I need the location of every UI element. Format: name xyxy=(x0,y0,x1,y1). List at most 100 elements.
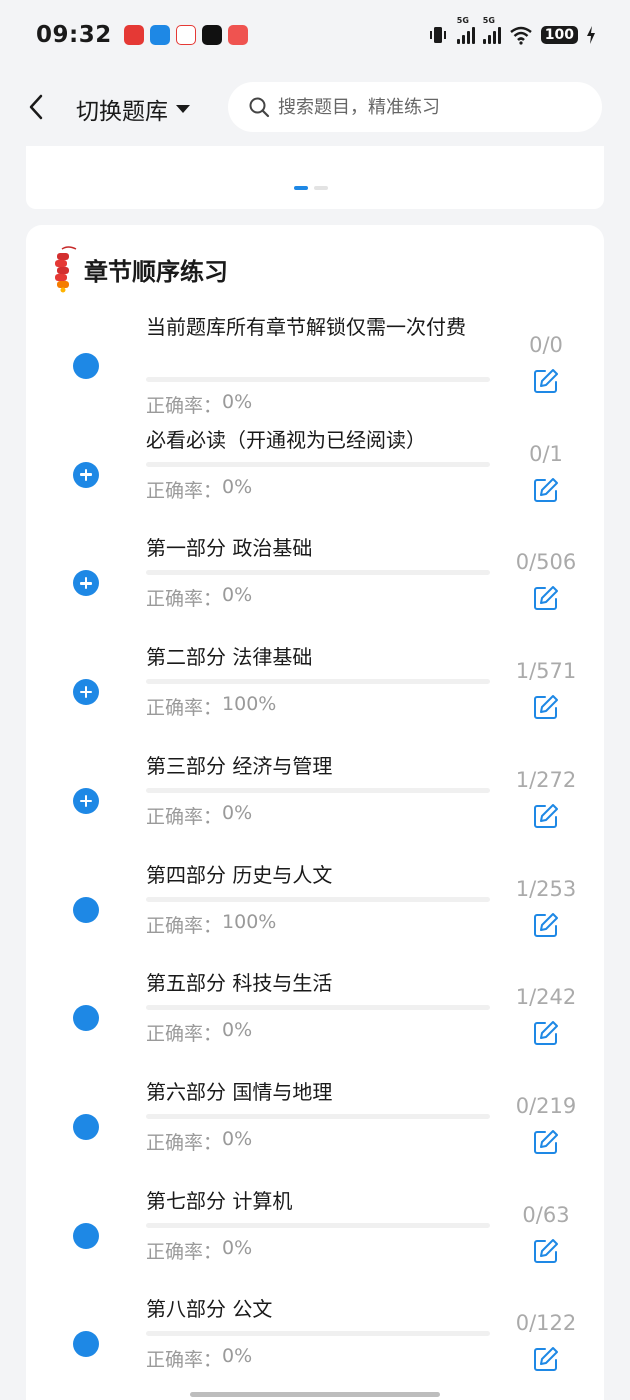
back-button[interactable] xyxy=(28,92,52,122)
section-header: 章节顺序练习 xyxy=(52,245,228,293)
carousel-indicator xyxy=(294,186,328,190)
cellular-signal-icon: 5G xyxy=(456,16,475,44)
accuracy-label: 正确率： xyxy=(146,805,223,828)
accuracy-label: 正确率： xyxy=(146,1240,223,1263)
chapter-bullet-icon xyxy=(73,1222,99,1249)
chapter-name: 第五部分 科技与生活 xyxy=(146,971,333,996)
edit-practice-icon[interactable] xyxy=(532,1128,560,1156)
music-app-notification-icon xyxy=(201,25,222,45)
chapter-row[interactable]: 第七部分 计算机 正确率： 0% 0/63 xyxy=(26,1175,604,1283)
switch-bank-label: 切换题库 xyxy=(76,99,168,125)
home-indicator[interactable] xyxy=(190,1392,440,1397)
chapter-name: 第六部分 国情与地理 xyxy=(146,1079,333,1104)
chapter-progress-bar xyxy=(146,1113,490,1119)
accuracy-label: 正确率： xyxy=(146,479,223,502)
edit-practice-icon[interactable] xyxy=(532,476,560,504)
chapter-bullet-icon xyxy=(73,1113,99,1140)
chapter-row[interactable]: 第八部分 公文 正确率： 0% 0/122 xyxy=(26,1283,604,1391)
chapter-name: 第四部分 历史与人文 xyxy=(146,862,333,887)
chapter-progress-bar xyxy=(146,461,490,467)
caret-down-icon xyxy=(176,105,190,113)
accuracy-value: 0% xyxy=(222,475,253,498)
chapter-row[interactable]: 第五部分 科技与生活 正确率： 0% 1/242 xyxy=(26,957,604,1065)
wifi-icon xyxy=(509,26,532,45)
chapter-bullet-icon xyxy=(73,1331,99,1358)
chapter-progress-bar xyxy=(146,377,490,382)
back-arrow-icon xyxy=(29,94,43,120)
chapter-row[interactable]: 第三部分 经济与管理 正确率： 0% 1/272 xyxy=(26,740,604,848)
accuracy-value: 0% xyxy=(222,1019,253,1042)
system-indicators: 5G 5G 100 xyxy=(427,16,596,46)
notification-icons xyxy=(123,25,248,45)
cellular-signal-icon: 5G xyxy=(482,16,501,44)
chapter-progress-bar xyxy=(146,1331,490,1337)
chapter-accuracy: 正确率： 0% xyxy=(146,1237,252,1264)
charging-icon xyxy=(587,26,595,44)
chapter-practice-card: 章节顺序练习 当前题库所有章节解锁仅需一次付费 正确率： 0% 0/0 必看必读（开通视… xyxy=(26,225,604,1400)
carousel-dot xyxy=(314,186,328,190)
chapter-name: 必看必读（开通视为已经阅读） xyxy=(146,427,426,452)
chapter-name: 第三部分 经济与管理 xyxy=(146,753,333,778)
mountain-app-notification-icon xyxy=(175,25,196,45)
search-bar[interactable] xyxy=(228,82,602,132)
search-icon xyxy=(249,97,270,118)
chapter-progress-bar xyxy=(146,679,490,685)
edit-practice-icon[interactable] xyxy=(532,802,560,830)
accuracy-value: 0% xyxy=(222,1236,253,1259)
accuracy-label: 正确率： xyxy=(146,914,223,937)
chapter-question-count: 0/63 xyxy=(522,1202,570,1227)
expand-plus-icon[interactable] xyxy=(73,679,99,706)
chapter-progress-bar xyxy=(146,787,490,793)
battery-indicator: 100 xyxy=(540,26,578,44)
chapter-name: 第八部分 公文 xyxy=(146,1297,273,1322)
accuracy-value: 100% xyxy=(222,693,277,716)
accuracy-label: 正确率： xyxy=(146,1349,223,1372)
banner-carousel[interactable] xyxy=(26,146,604,209)
accuracy-label: 正确率： xyxy=(146,1023,223,1046)
chapter-question-count: 1/571 xyxy=(515,659,577,684)
accuracy-label: 正确率： xyxy=(146,1131,223,1154)
accuracy-value: 0% xyxy=(222,584,253,607)
chapter-question-count: 0/506 xyxy=(515,550,577,575)
chapter-row[interactable]: 第六部分 国情与地理 正确率： 0% 0/219 xyxy=(26,1066,604,1174)
accuracy-value: 0% xyxy=(222,1345,253,1368)
chapter-name: 当前题库所有章节解锁仅需一次付费 xyxy=(146,315,466,339)
chapter-row[interactable]: 当前题库所有章节解锁仅需一次付费 正确率： 0% 0/0 xyxy=(26,305,604,417)
chapter-question-count: 0/0 xyxy=(529,333,563,357)
accuracy-label: 正确率： xyxy=(146,588,223,611)
search-input[interactable] xyxy=(278,96,578,118)
section-title: 章节顺序练习 xyxy=(84,257,228,286)
switch-question-bank-dropdown[interactable]: 切换题库 xyxy=(76,92,190,126)
edit-practice-icon[interactable] xyxy=(532,1345,560,1373)
chapter-accuracy: 正确率： 100% xyxy=(146,911,276,938)
firecracker-icon xyxy=(55,246,77,293)
accuracy-label: 正确率： xyxy=(146,697,223,720)
chapter-name: 第七部分 计算机 xyxy=(146,1188,293,1213)
edit-practice-icon[interactable] xyxy=(532,367,560,395)
chapter-row[interactable]: 第四部分 历史与人文 正确率： 100% 1/253 xyxy=(26,849,604,957)
red-app-notification-icon xyxy=(123,25,144,45)
edit-practice-icon[interactable] xyxy=(532,1237,560,1265)
chapter-accuracy: 正确率： 100% xyxy=(146,693,276,720)
edit-practice-icon[interactable] xyxy=(532,1019,560,1047)
edit-practice-icon[interactable] xyxy=(532,693,560,721)
chapter-row[interactable]: 必看必读（开通视为已经阅读） 正确率： 0% 0/1 xyxy=(26,414,604,522)
chapter-accuracy: 正确率： 0% xyxy=(146,802,252,829)
expand-plus-icon[interactable] xyxy=(73,570,99,597)
chapter-name: 第一部分 政治基础 xyxy=(146,536,313,561)
chapter-row[interactable]: 第一部分 政治基础 正确率： 0% 0/506 xyxy=(26,522,604,630)
chapter-progress-bar xyxy=(146,1222,490,1228)
carousel-dot-active xyxy=(294,186,308,190)
chapter-row[interactable]: 第二部分 法律基础 正确率： 100% 1/571 xyxy=(26,631,604,739)
chapter-accuracy: 正确率： 0% xyxy=(146,1345,252,1372)
edit-practice-icon[interactable] xyxy=(532,584,560,612)
accuracy-value: 100% xyxy=(222,910,277,933)
chapter-accuracy: 正确率： 0% xyxy=(146,476,252,503)
chapter-question-count: 1/253 xyxy=(515,876,577,901)
expand-plus-icon[interactable] xyxy=(73,461,99,488)
chapter-question-count: 0/1 xyxy=(529,441,563,466)
edit-practice-icon[interactable] xyxy=(532,911,560,939)
status-bar: 09:32 5G 5G 100 xyxy=(0,0,630,70)
expand-plus-icon[interactable] xyxy=(73,787,99,814)
chapter-progress-bar xyxy=(146,1005,490,1011)
